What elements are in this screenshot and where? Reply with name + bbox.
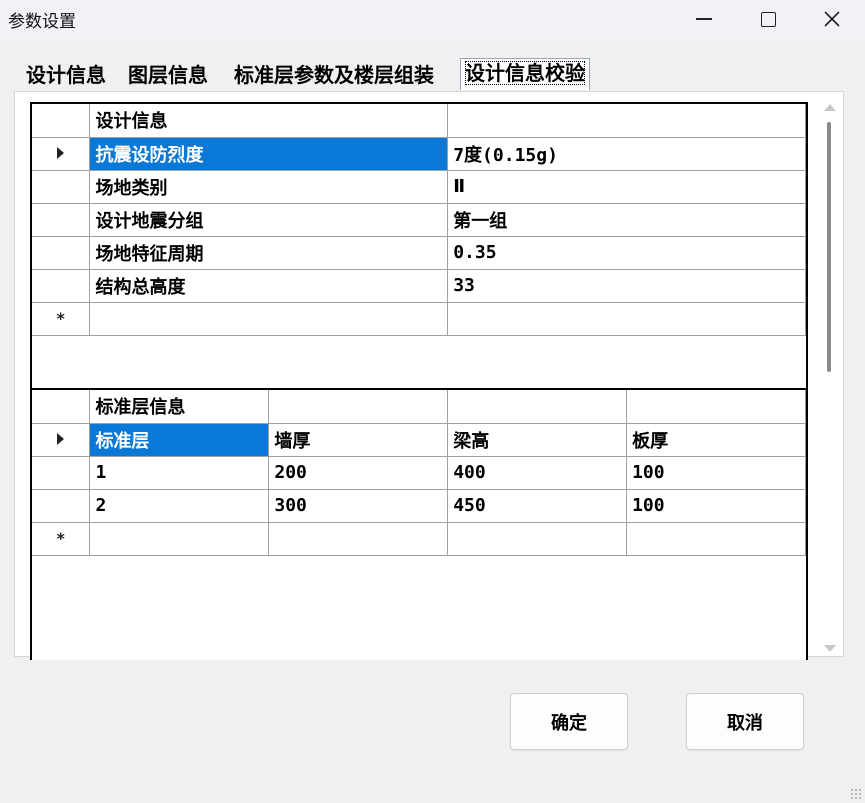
scroll-up-arrow-icon[interactable]	[824, 104, 836, 111]
design-info-grid[interactable]: 设计信息 抗震设防烈度 7度(0.15g) 场地类别 Ⅱ 设计地震分组 第一组 …	[30, 102, 808, 391]
column-header-standard-floor-info[interactable]: 标准层信息	[89, 390, 270, 424]
row-header-current[interactable]	[32, 422, 91, 457]
cell[interactable]: 100	[626, 488, 806, 523]
cell[interactable]: 2	[89, 488, 270, 523]
new-row[interactable]: *	[32, 521, 806, 556]
row-header[interactable]	[32, 488, 91, 523]
row-header[interactable]	[32, 268, 91, 303]
cell-name[interactable]: 抗震设防烈度	[89, 136, 449, 171]
cell-name[interactable]: 场地特征周期	[89, 235, 449, 270]
window-title: 参数设置	[8, 12, 76, 32]
cell-new[interactable]	[447, 521, 628, 556]
table-row[interactable]: 场地类别 Ⅱ	[32, 169, 806, 204]
row-header-current[interactable]	[32, 136, 91, 171]
cell-name-new[interactable]	[89, 301, 449, 336]
row-header[interactable]	[32, 235, 91, 270]
scroll-thumb[interactable]	[827, 122, 831, 372]
column-header-empty[interactable]	[268, 390, 449, 424]
new-row-marker: *	[56, 529, 65, 548]
maximize-icon	[760, 11, 776, 27]
current-row-arrow-icon	[57, 433, 65, 445]
tab-design-info[interactable]: 设计信息	[22, 60, 110, 90]
cell-new[interactable]	[626, 521, 806, 556]
table-row[interactable]: 场地特征周期 0.35	[32, 235, 806, 270]
resize-grip-icon[interactable]	[850, 788, 862, 800]
table-row[interactable]: 抗震设防烈度 7度(0.15g)	[32, 136, 806, 171]
maximize-button[interactable]	[736, 0, 800, 38]
cell-col-wall-thickness[interactable]: 墙厚	[268, 422, 449, 457]
tab-label: 标准层参数及楼层组装	[234, 63, 434, 87]
cell-name[interactable]: 结构总高度	[89, 268, 449, 303]
row-header-new[interactable]: *	[32, 521, 91, 556]
header-row: 标准层信息	[32, 390, 806, 424]
column-header-empty[interactable]	[626, 390, 806, 424]
cancel-button[interactable]: 取消	[686, 693, 804, 750]
cell-col-slab-thickness[interactable]: 板厚	[626, 422, 806, 457]
cell-col-standard-floor[interactable]: 标准层	[89, 422, 270, 457]
row-header-new[interactable]: *	[32, 301, 91, 336]
cell-new[interactable]	[89, 521, 270, 556]
cell[interactable]: 450	[447, 488, 628, 523]
cell[interactable]: 300	[268, 488, 449, 523]
new-row-marker: *	[56, 309, 65, 328]
row-header[interactable]	[32, 202, 91, 237]
close-button[interactable]	[800, 0, 864, 38]
row-header[interactable]	[32, 455, 91, 490]
table-row[interactable]: 标准层 墙厚 梁高 板厚	[32, 422, 806, 457]
cell-value[interactable]: Ⅱ	[447, 169, 806, 204]
cell-new[interactable]	[268, 521, 449, 556]
cell-value-new[interactable]	[447, 301, 806, 336]
minimize-icon	[696, 18, 712, 20]
cell[interactable]: 100	[626, 455, 806, 490]
tab-label: 设计信息	[26, 63, 106, 87]
cell[interactable]: 1	[89, 455, 270, 490]
row-header[interactable]	[32, 169, 91, 204]
tab-label: 图层信息	[128, 63, 208, 87]
column-header-empty[interactable]	[447, 104, 806, 138]
table-row[interactable]: 1 200 400 100	[32, 455, 806, 490]
title-bar: 参数设置	[0, 0, 865, 40]
cell-value[interactable]: 33	[447, 268, 806, 303]
cell[interactable]: 400	[447, 455, 628, 490]
close-icon	[824, 11, 840, 27]
column-header-design-info[interactable]: 设计信息	[89, 104, 449, 138]
table-row[interactable]: 结构总高度 33	[32, 268, 806, 303]
standard-floor-table: 标准层信息 标准层 墙厚 梁高 板厚 1 200 400 100 2 300 4…	[32, 390, 806, 556]
corner-cell	[32, 104, 91, 138]
cell-name[interactable]: 场地类别	[89, 169, 449, 204]
tab-standard-floor-params[interactable]: 标准层参数及楼层组装	[230, 60, 438, 90]
standard-floor-grid[interactable]: 标准层信息 标准层 墙厚 梁高 板厚 1 200 400 100 2 300 4…	[30, 388, 808, 660]
new-row[interactable]: *	[32, 301, 806, 336]
tab-layer-info[interactable]: 图层信息	[124, 60, 212, 90]
ok-button[interactable]: 确定	[510, 693, 628, 750]
cell-col-beam-height[interactable]: 梁高	[447, 422, 628, 457]
tab-design-info-check[interactable]: 设计信息校验	[460, 58, 590, 90]
cell-value[interactable]: 第一组	[447, 202, 806, 237]
table-row[interactable]: 2 300 450 100	[32, 488, 806, 523]
cell[interactable]: 200	[268, 455, 449, 490]
tab-label: 设计信息校验	[465, 61, 585, 85]
design-info-table: 设计信息 抗震设防烈度 7度(0.15g) 场地类别 Ⅱ 设计地震分组 第一组 …	[32, 104, 806, 336]
current-row-arrow-icon	[57, 147, 65, 159]
scroll-down-arrow-icon[interactable]	[824, 645, 836, 652]
minimize-button[interactable]	[672, 0, 736, 38]
cell-name[interactable]: 设计地震分组	[89, 202, 449, 237]
column-header-empty[interactable]	[447, 390, 628, 424]
corner-cell	[32, 390, 91, 424]
tab-panel: 设计信息 抗震设防烈度 7度(0.15g) 场地类别 Ⅱ 设计地震分组 第一组 …	[14, 91, 844, 660]
vertical-scrollbar[interactable]	[820, 100, 840, 656]
table-row[interactable]: 设计地震分组 第一组	[32, 202, 806, 237]
header-row: 设计信息	[32, 104, 806, 138]
cell-value[interactable]: 0.35	[447, 235, 806, 270]
cell-value[interactable]: 7度(0.15g)	[447, 136, 806, 171]
